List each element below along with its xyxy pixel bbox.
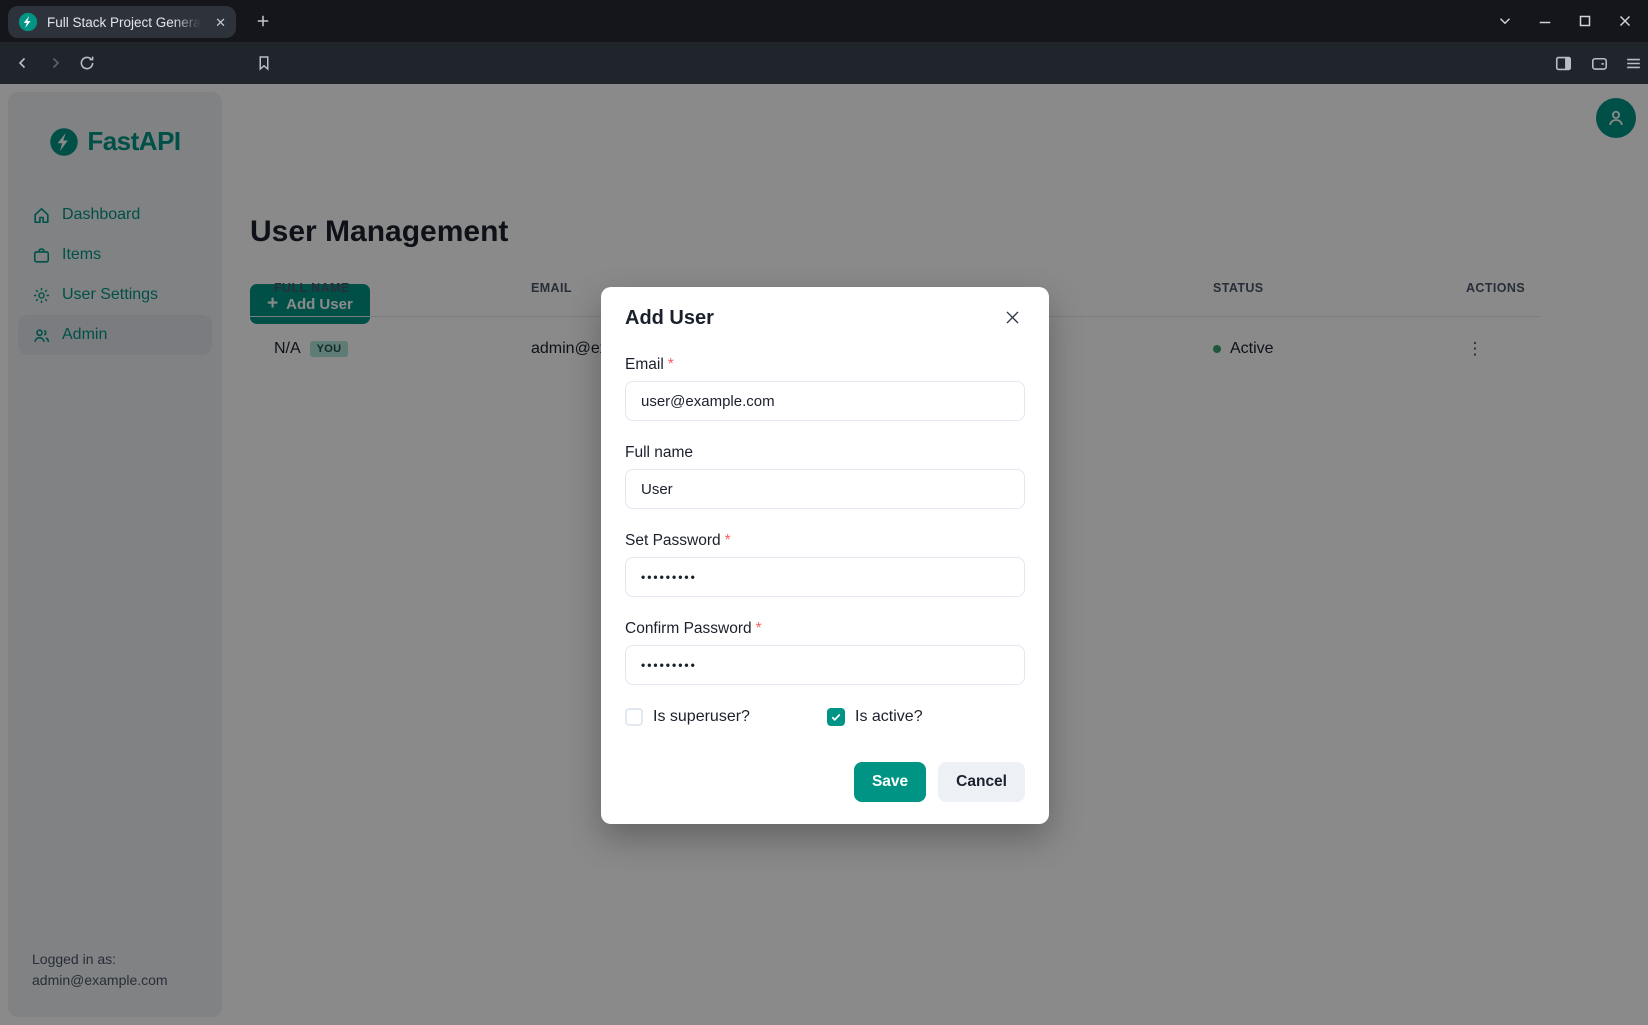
browser-toolbar: i localhost/admin 1: [0, 42, 1648, 84]
full-name-label: Full name: [625, 444, 693, 461]
save-button[interactable]: Save: [854, 762, 926, 802]
tab-search-chevron-icon[interactable]: [1496, 12, 1514, 30]
confirm-password-label: Confirm Password: [625, 620, 752, 637]
is-superuser-checkbox[interactable]: [625, 708, 643, 726]
required-marker: *: [725, 532, 731, 549]
bookmark-icon[interactable]: [255, 54, 273, 72]
is-active-checkbox-group[interactable]: Is active?: [827, 708, 923, 726]
checkmark-icon: [830, 711, 842, 723]
back-button[interactable]: [14, 54, 32, 72]
required-marker: *: [756, 620, 762, 637]
window-close-button[interactable]: [1616, 12, 1634, 30]
close-icon: [1003, 308, 1022, 327]
wallet-icon[interactable]: [1590, 54, 1608, 72]
browser-tab[interactable]: Full Stack Project Genera ✕: [8, 6, 236, 38]
page-content: FastAPI Dashboard Items User Settings Ad…: [0, 84, 1648, 1025]
email-field-group: Email*: [625, 356, 1025, 421]
cancel-button[interactable]: Cancel: [938, 762, 1025, 802]
modal-title: Add User: [625, 307, 1025, 330]
email-field[interactable]: [625, 381, 1025, 421]
tab-close-icon[interactable]: ✕: [213, 14, 228, 31]
set-password-field-group: Set Password*: [625, 532, 1025, 597]
set-password-label: Set Password: [625, 532, 721, 549]
full-name-field[interactable]: [625, 469, 1025, 509]
is-superuser-checkbox-group[interactable]: Is superuser?: [625, 708, 827, 726]
required-marker: *: [668, 356, 674, 373]
browser-tab-strip: Full Stack Project Genera ✕: [0, 0, 1648, 42]
modal-close-button[interactable]: [1003, 303, 1031, 331]
add-user-modal: Add User Email* Full name Set Password* …: [601, 287, 1049, 824]
is-active-label: Is active?: [855, 708, 923, 726]
tab-title: Full Stack Project Genera: [47, 15, 201, 30]
sidebar-panel-icon[interactable]: [1554, 54, 1572, 72]
forward-button[interactable]: [46, 54, 64, 72]
set-password-field[interactable]: [625, 557, 1025, 597]
window-maximize-button[interactable]: [1576, 12, 1594, 30]
is-active-checkbox[interactable]: [827, 708, 845, 726]
fastapi-favicon-icon: [18, 12, 38, 32]
menu-hamburger-icon[interactable]: [1624, 54, 1642, 72]
is-superuser-label: Is superuser?: [653, 708, 750, 726]
confirm-password-field-group: Confirm Password*: [625, 620, 1025, 685]
reload-button[interactable]: [78, 54, 96, 72]
full-name-field-group: Full name: [625, 444, 1025, 509]
confirm-password-field[interactable]: [625, 645, 1025, 685]
new-tab-button[interactable]: [254, 12, 272, 30]
window-minimize-button[interactable]: [1536, 12, 1554, 30]
email-label: Email: [625, 356, 664, 373]
